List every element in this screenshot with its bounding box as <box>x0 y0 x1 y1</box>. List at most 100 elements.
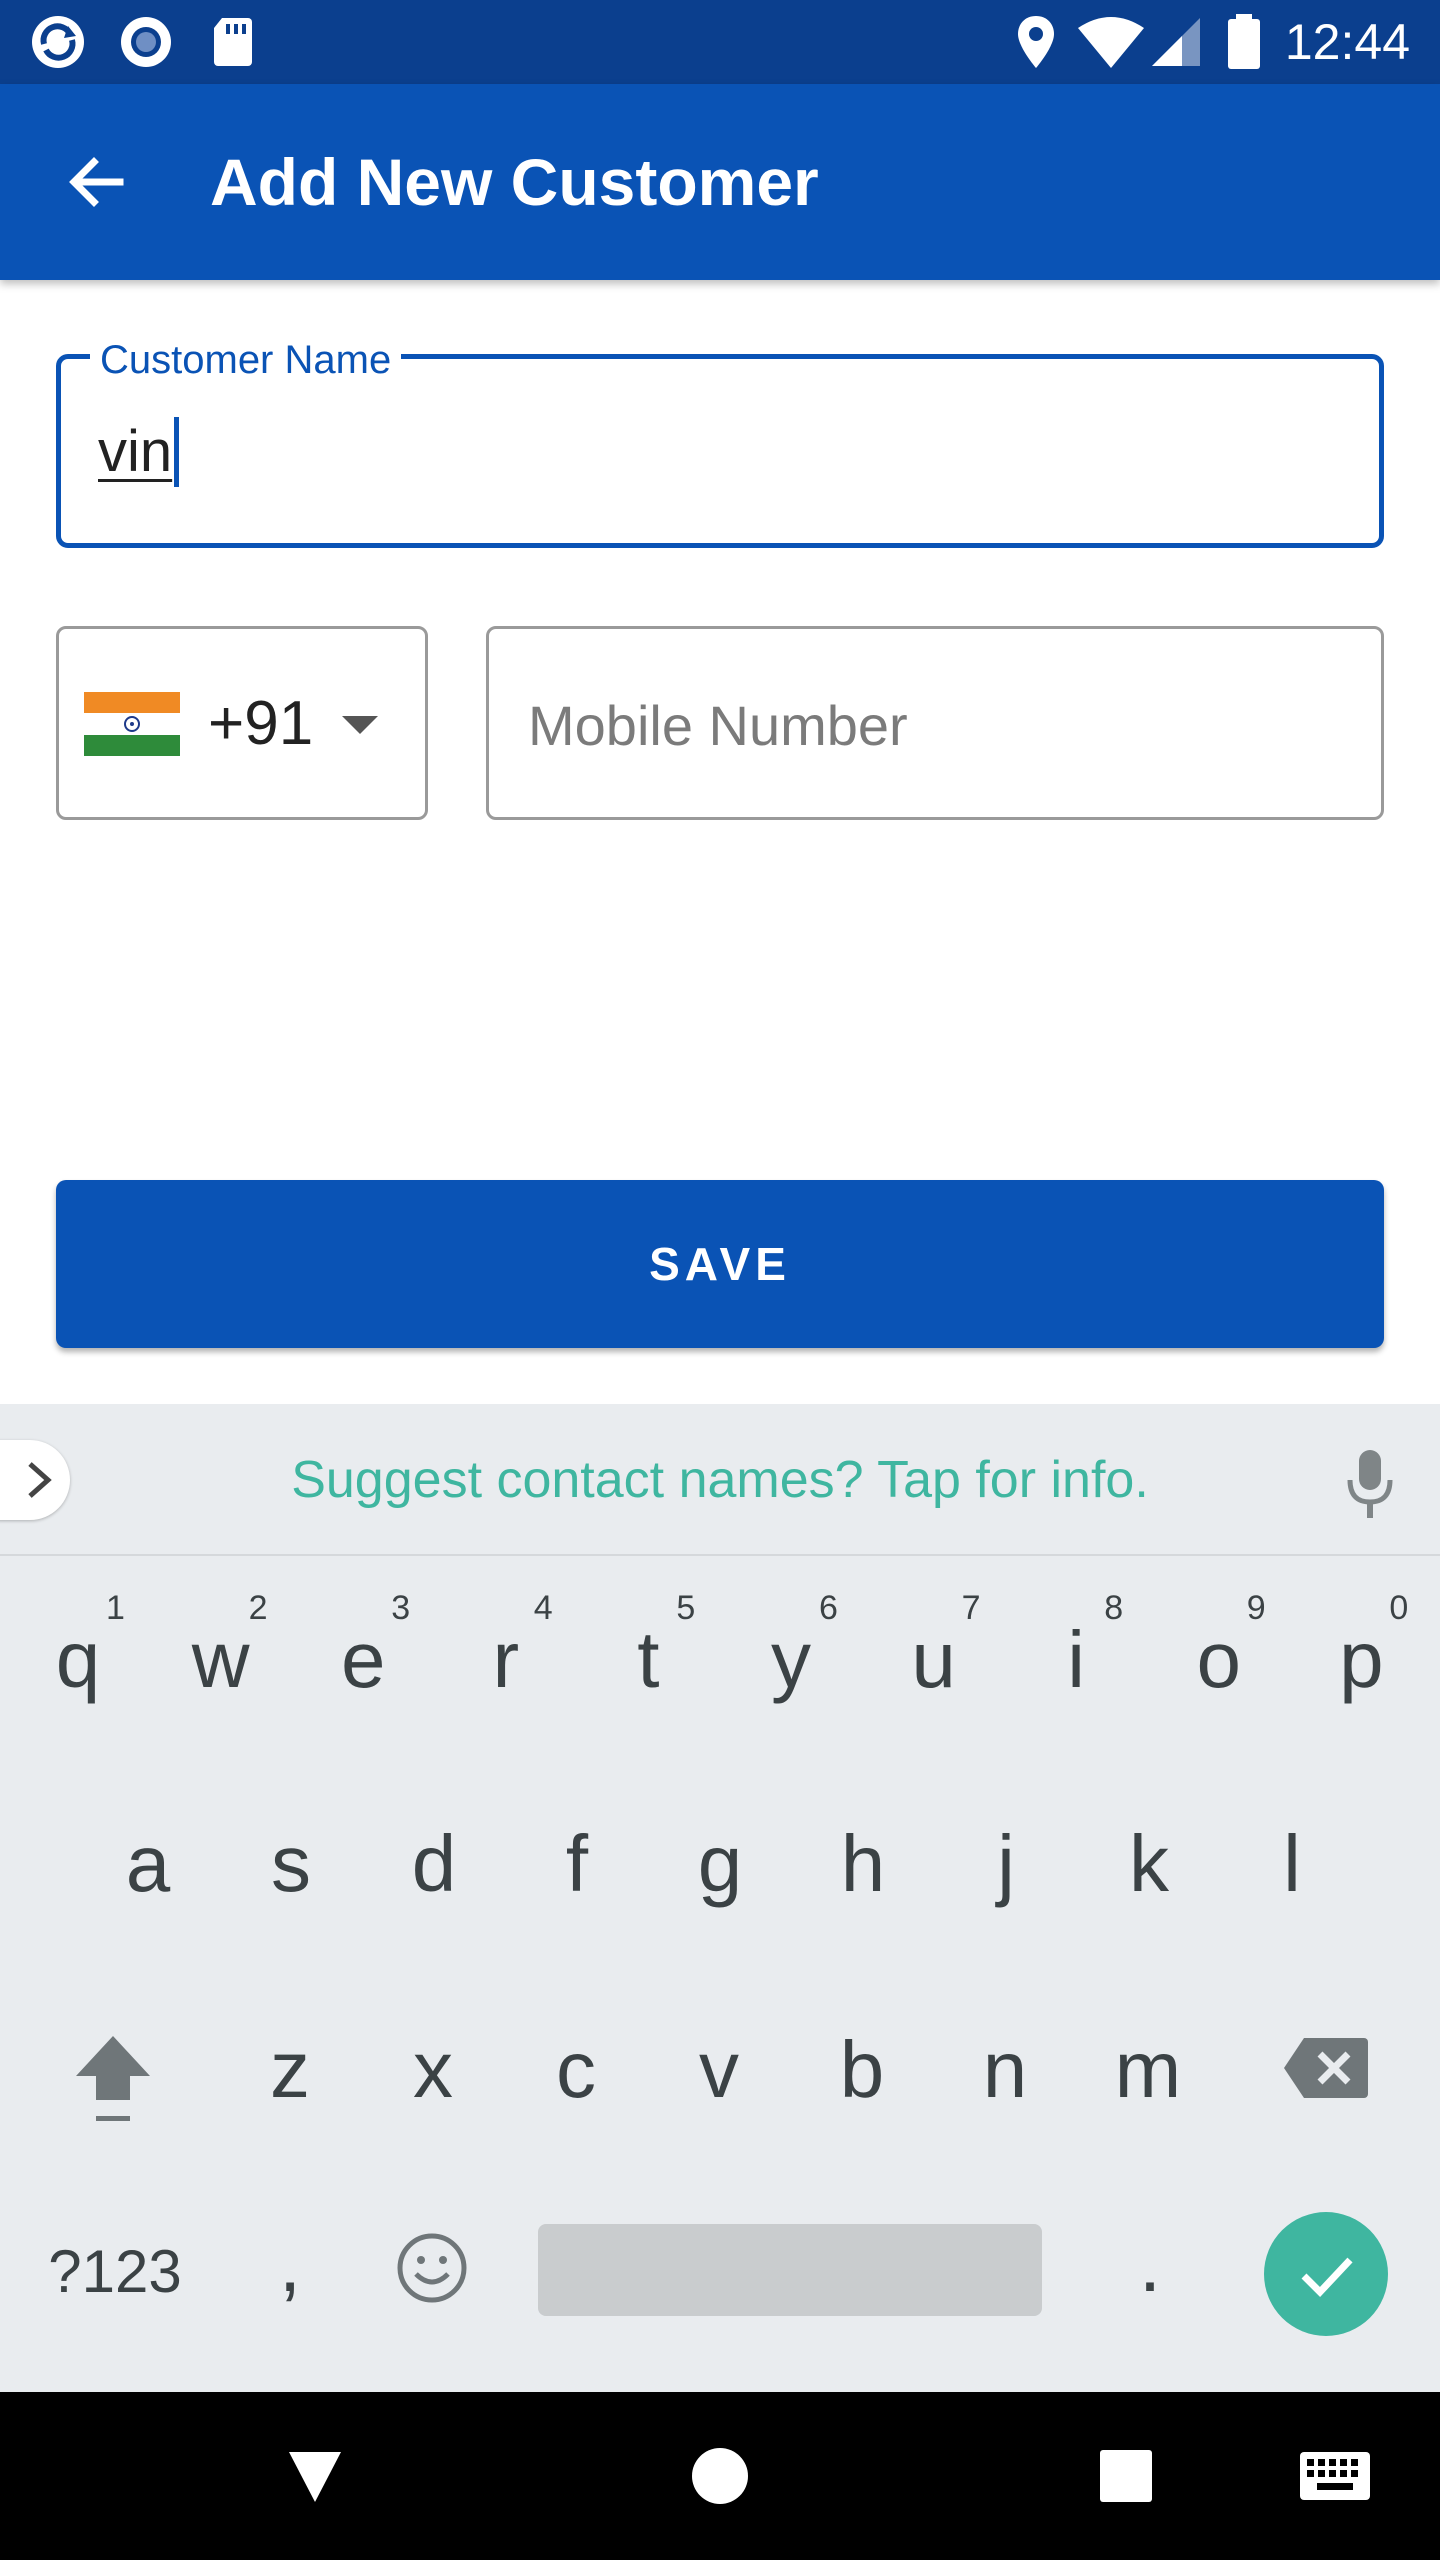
key-label: m <box>1114 2025 1182 2114</box>
key-e[interactable]: e3 <box>313 1590 413 1700</box>
comma-key-label: , <box>278 2219 302 2308</box>
key-q[interactable]: q1 <box>28 1590 128 1704</box>
key-label: r <box>492 1615 520 1704</box>
key-number-hint: 4 <box>533 1589 553 1627</box>
dropdown-arrow-icon[interactable] <box>340 710 380 740</box>
signal-icon <box>1152 18 1200 66</box>
key-label: f <box>565 1819 589 1908</box>
save-button[interactable]: SAVE <box>56 1180 1384 1348</box>
key-label: b <box>839 2025 885 2114</box>
key-d[interactable]: d <box>384 1824 484 1904</box>
key-m[interactable]: m <box>1098 2030 1198 2110</box>
customer-name-value[interactable]: vin <box>98 416 180 488</box>
key-f[interactable]: f <box>527 1824 627 1904</box>
key-label: c <box>556 2025 596 2114</box>
key-u[interactable]: u7 <box>884 1590 984 1704</box>
key-label: h <box>840 1819 886 1908</box>
keyboard-switch-button[interactable] <box>1290 2436 1380 2516</box>
key-label: s <box>271 1819 311 1908</box>
emoji-key[interactable] <box>396 2232 468 2304</box>
back-button[interactable] <box>48 134 144 230</box>
key-k[interactable]: k <box>1099 1824 1199 1904</box>
customer-name-label: Customer Name <box>90 336 402 384</box>
key-l[interactable]: l <box>1242 1824 1342 1904</box>
status-time: 12:44 <box>1284 14 1410 70</box>
wifi-icon <box>1078 17 1144 68</box>
key-s[interactable]: s <box>241 1824 341 1904</box>
key-number-hint: 3 <box>391 1589 411 1627</box>
sd-card-icon <box>214 18 252 66</box>
key-number-hint: 6 <box>819 1589 838 1627</box>
page-title: Add New Customer <box>210 145 819 219</box>
key-number-hint: 0 <box>1389 1589 1409 1627</box>
key-w[interactable]: w2 <box>171 1590 271 1704</box>
key-label: a <box>125 1819 171 1908</box>
space-key[interactable] <box>538 2224 1042 2316</box>
nav-back-button[interactable] <box>270 2436 360 2516</box>
enter-key[interactable] <box>1264 2212 1388 2336</box>
key-number-hint: 2 <box>248 1589 268 1627</box>
key-label: v <box>699 2025 739 2114</box>
key-label: j <box>997 1819 1015 1908</box>
nav-home-icon <box>692 2448 748 2504</box>
key-label: t <box>637 1615 660 1704</box>
customer-name-text: vin <box>98 419 173 484</box>
nav-home-button[interactable] <box>680 2436 760 2516</box>
battery-icon <box>1228 14 1260 69</box>
nav-recents-button[interactable] <box>1086 2436 1166 2516</box>
key-r[interactable]: r4 <box>456 1590 556 1704</box>
key-x[interactable]: x <box>383 2030 483 2110</box>
key-y[interactable]: y6 <box>741 1590 841 1704</box>
key-c[interactable]: c <box>526 2030 626 2110</box>
key-label: u <box>911 1615 956 1704</box>
nav-back-icon <box>289 2452 341 2502</box>
key-b[interactable]: b <box>812 2030 912 2110</box>
mobile-number-placeholder: Mobile Number <box>528 694 908 757</box>
period-key[interactable]: . <box>1120 2224 1180 2304</box>
key-a[interactable]: a <box>98 1824 198 1904</box>
key-t[interactable]: t5 <box>598 1590 698 1704</box>
key-label: i <box>1067 1615 1086 1704</box>
keyboard-suggestion-text[interactable]: Suggest contact names? Tap for info. <box>0 1448 1440 1512</box>
comma-key[interactable]: , <box>260 2224 320 2304</box>
keyboard-icon <box>1300 2452 1370 2500</box>
nav-recents-icon <box>1100 2450 1152 2502</box>
key-v[interactable]: v <box>669 2030 769 2110</box>
text-cursor <box>174 417 180 487</box>
key-number-hint: 1 <box>106 1589 125 1627</box>
status-bar: 12:44 <box>0 0 1440 84</box>
key-label: o <box>1196 1615 1242 1704</box>
key-label: y <box>771 1615 811 1704</box>
symbols-key[interactable]: ?123 <box>40 2232 190 2312</box>
key-label: z <box>270 2025 310 2114</box>
key-number-hint: 5 <box>676 1589 696 1627</box>
key-label: q <box>55 1615 101 1704</box>
key-label: x <box>413 2025 453 2114</box>
key-h[interactable]: h <box>813 1824 913 1904</box>
shift-key[interactable] <box>70 2030 156 2130</box>
key-number-hint: 7 <box>961 1589 981 1627</box>
backspace-key[interactable] <box>1282 2036 1370 2100</box>
key-label: k <box>1129 1819 1169 1908</box>
checkmark-icon <box>1301 2257 1353 2298</box>
key-label: l <box>1283 1819 1301 1908</box>
location-icon <box>1018 16 1054 68</box>
key-label: p <box>1339 1615 1384 1704</box>
navigation-bar <box>0 2392 1440 2560</box>
key-p[interactable]: p0 <box>1311 1590 1411 1704</box>
app-bar: Add New Customer <box>0 84 1440 280</box>
microphone-icon[interactable] <box>1340 1446 1400 1522</box>
key-j[interactable]: j <box>956 1824 1056 1904</box>
key-g[interactable]: g <box>670 1824 770 1904</box>
key-i[interactable]: i8 <box>1026 1590 1126 1704</box>
country-code-value: +91 <box>208 689 314 758</box>
key-number-hint: 9 <box>1246 1589 1266 1627</box>
key-label: w <box>191 1615 250 1704</box>
key-z[interactable]: z <box>240 2030 340 2110</box>
key-label: g <box>697 1819 743 1908</box>
key-n[interactable]: n <box>955 2030 1055 2110</box>
record-icon <box>121 17 171 67</box>
arrow-left-icon <box>69 157 124 207</box>
key-o[interactable]: o9 <box>1169 1590 1269 1704</box>
india-flag-icon <box>84 692 180 756</box>
